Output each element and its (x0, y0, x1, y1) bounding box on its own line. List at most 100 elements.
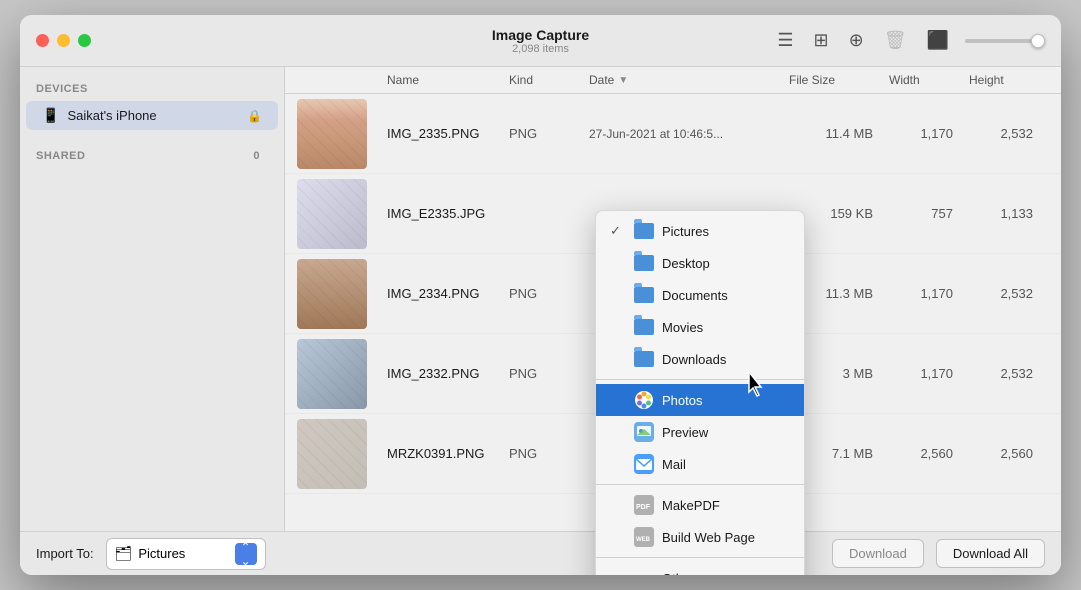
dropdown-item-label: Pictures (662, 224, 790, 239)
dropdown-item-desktop[interactable]: Desktop (596, 247, 804, 279)
separator (596, 484, 804, 485)
dropdown-item-label: Downloads (662, 352, 790, 367)
col-width[interactable]: Width (889, 73, 969, 87)
import-to-label: Import To: (36, 546, 94, 561)
sort-arrow-icon: ▼ (618, 75, 628, 86)
sidebar-item-iphone[interactable]: 📱 Saikat's iPhone 🔒 (26, 101, 278, 130)
iphone-icon: 📱 (42, 107, 59, 124)
file-height: 2,532 (969, 286, 1049, 301)
titlebar: Image Capture 2,098 items ☰ ⊞ ⊕ 🗑 ⬛ (20, 15, 1061, 67)
file-width: 1,170 (889, 126, 969, 141)
sidebar: DEVICES 📱 Saikat's iPhone 🔒 SHARED 0 (20, 67, 285, 531)
thumbnail (297, 339, 367, 409)
makepdf-icon: PDF (634, 495, 654, 515)
separator (596, 557, 804, 558)
file-name: IMG_E2335.JPG (387, 206, 509, 221)
folder-documents-icon (634, 285, 654, 305)
devices-section-label: DEVICES (20, 79, 284, 101)
col-name[interactable]: Name (387, 73, 509, 87)
dropdown-item-label: Photos (662, 393, 790, 408)
dropdown-item-label: Build Web Page (662, 530, 790, 545)
main-window: Image Capture 2,098 items ☰ ⊞ ⊕ 🗑 ⬛ DEVI… (20, 15, 1061, 575)
grid-view-icon[interactable]: ⊞ (810, 26, 833, 55)
import-folder-label: Pictures (138, 546, 228, 561)
minimize-button[interactable] (57, 34, 70, 47)
photos-app-icon (634, 390, 654, 410)
dropdown-item-documents[interactable]: Documents (596, 279, 804, 311)
dropdown-item-movies[interactable]: Movies (596, 311, 804, 343)
dropdown-item-photos[interactable]: Photos (596, 384, 804, 416)
check-icon: ✓ (610, 223, 626, 239)
lock-icon: 🔒 (247, 109, 262, 123)
footer: Import To: 🗂 Pictures ⌃⌄ Download Downlo… (20, 531, 1061, 575)
file-kind: PNG (509, 366, 589, 381)
dropdown-item-pictures[interactable]: ✓ Pictures (596, 215, 804, 247)
preview-app-icon (634, 422, 654, 442)
import-dropdown[interactable]: 🗂 Pictures ⌃⌄ (106, 538, 266, 570)
item-count: 2,098 items (492, 43, 589, 55)
file-width: 757 (889, 206, 969, 221)
download-all-button[interactable]: Download All (936, 539, 1045, 568)
col-height[interactable]: Height (969, 73, 1049, 87)
file-height: 1,133 (969, 206, 1049, 221)
shared-section: SHARED 0 (20, 146, 284, 168)
file-width: 1,170 (889, 286, 969, 301)
dropdown-item-label: Preview (662, 425, 790, 440)
other-icon (634, 568, 654, 575)
file-size: 11.4 MB (789, 126, 889, 141)
folder-icon: 🗂 (115, 545, 133, 562)
close-button[interactable] (36, 34, 49, 47)
shared-count: 0 (253, 150, 260, 162)
download-button[interactable]: Download (832, 539, 924, 568)
dropdown-item-preview[interactable]: Preview (596, 416, 804, 448)
dropdown-item-label: MakePDF (662, 498, 790, 513)
dropdown-item-buildweb[interactable]: WEB Build Web Page (596, 521, 804, 553)
list-view-icon[interactable]: ☰ (773, 26, 797, 55)
dropdown-item-label: Movies (662, 320, 790, 335)
table-row[interactable]: IMG_2335.PNG PNG 27-Jun-2021 at 10:46:5.… (285, 94, 1061, 174)
col-kind[interactable]: Kind (509, 73, 589, 87)
thumbnail (297, 259, 367, 329)
file-name: MRZK0391.PNG (387, 446, 509, 461)
file-height: 2,532 (969, 126, 1049, 141)
dropdown-item-label: Mail (662, 457, 790, 472)
app-title: Image Capture (492, 27, 589, 43)
slider-track (965, 39, 1045, 43)
import-icon[interactable]: ⬛ (923, 26, 953, 55)
file-kind: PNG (509, 286, 589, 301)
mail-app-icon (634, 454, 654, 474)
table-header: Name Kind Date ▼ File Size Width Height (285, 67, 1061, 94)
delete-icon[interactable]: 🗑 (880, 26, 911, 55)
file-name: IMG_2334.PNG (387, 286, 509, 301)
file-height: 2,560 (969, 446, 1049, 461)
dropdown-item-makepdf[interactable]: PDF MakePDF (596, 489, 804, 521)
dropdown-item-label: Documents (662, 288, 790, 303)
file-date: 27-Jun-2021 at 10:46:5... (589, 127, 789, 141)
buildweb-icon: WEB (634, 527, 654, 547)
traffic-lights (36, 34, 91, 47)
file-kind: PNG (509, 126, 589, 141)
dropdown-item-mail[interactable]: Mail (596, 448, 804, 480)
file-width: 1,170 (889, 366, 969, 381)
share-icon[interactable]: ⊕ (845, 26, 868, 55)
folder-pictures-icon (634, 221, 654, 241)
dropdown-item-other[interactable]: Other... (596, 562, 804, 575)
col-filesize[interactable]: File Size (789, 73, 889, 87)
zoom-slider[interactable] (965, 39, 1045, 43)
maximize-button[interactable] (78, 34, 91, 47)
separator (596, 379, 804, 380)
file-name: IMG_2335.PNG (387, 126, 509, 141)
toolbar-icons: ☰ ⊞ ⊕ 🗑 ⬛ (773, 26, 1045, 55)
dropdown-item-downloads[interactable]: Downloads (596, 343, 804, 375)
col-date[interactable]: Date ▼ (589, 73, 789, 87)
slider-thumb (1031, 34, 1045, 48)
folder-dropdown-menu: ✓ Pictures Desktop Documents (595, 210, 805, 575)
file-width: 2,560 (889, 446, 969, 461)
shared-section-label: SHARED 0 (20, 146, 284, 168)
svg-text:WEB: WEB (636, 537, 651, 543)
title-info: Image Capture 2,098 items (492, 27, 589, 55)
dropdown-item-label: Other... (662, 571, 790, 576)
thumbnail (297, 419, 367, 489)
device-name: Saikat's iPhone (67, 108, 239, 123)
col-thumb (297, 73, 387, 87)
